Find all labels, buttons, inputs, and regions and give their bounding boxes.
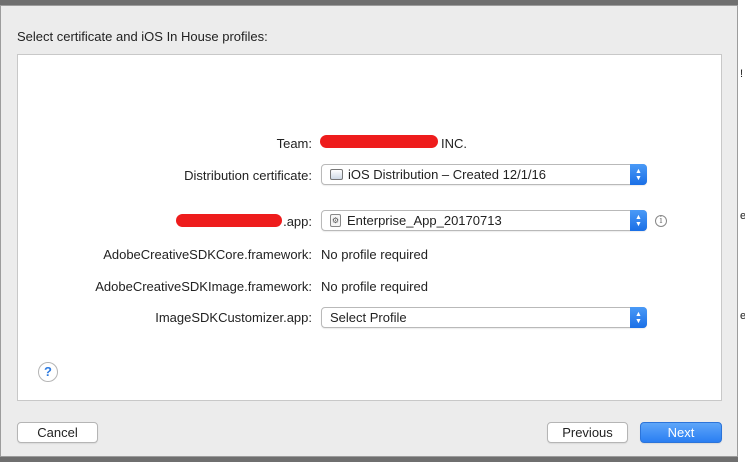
sdk-image-label: AdobeCreativeSDKImage.framework: bbox=[95, 279, 312, 294]
redaction-mark bbox=[176, 214, 282, 227]
cancel-button[interactable]: Cancel bbox=[17, 422, 98, 443]
previous-button[interactable]: Previous bbox=[547, 422, 628, 443]
certificate-icon bbox=[330, 169, 343, 180]
app-profile-selected: Enterprise_App_20170713 bbox=[347, 213, 502, 228]
signing-options-panel: Team: INC. Distribution certificate: iOS… bbox=[17, 54, 722, 401]
sdk-image-value: No profile required bbox=[321, 279, 428, 294]
certificate-popup[interactable]: iOS Distribution – Created 12/1/16 ▲ ▼ bbox=[321, 164, 647, 185]
app-label: .app: bbox=[283, 214, 312, 229]
background-window-edge: ! e e bbox=[738, 0, 745, 462]
dialog-heading: Select certificate and iOS In House prof… bbox=[17, 29, 268, 44]
provisioning-profile-icon: ⚙ bbox=[330, 214, 341, 227]
customizer-profile-selected: Select Profile bbox=[330, 310, 407, 325]
help-button[interactable]: ? bbox=[38, 362, 58, 382]
background-text-fragment: ! bbox=[740, 68, 744, 80]
customizer-label: ImageSDKCustomizer.app: bbox=[155, 310, 312, 325]
sdk-core-label: AdobeCreativeSDKCore.framework: bbox=[103, 247, 312, 262]
background-text-fragment: e bbox=[740, 210, 745, 222]
chevron-updown-icon: ▲ ▼ bbox=[630, 210, 647, 231]
team-name-suffix: INC. bbox=[441, 136, 467, 151]
certificate-label: Distribution certificate: bbox=[184, 168, 312, 183]
background-text-fragment: e bbox=[740, 310, 745, 322]
team-label: Team: bbox=[276, 136, 312, 151]
redaction-mark bbox=[320, 135, 438, 148]
info-icon[interactable]: i bbox=[655, 215, 667, 227]
export-dialog: Select certificate and iOS In House prof… bbox=[0, 5, 738, 457]
certificate-selected: iOS Distribution – Created 12/1/16 bbox=[348, 167, 546, 182]
sdk-core-value: No profile required bbox=[321, 247, 428, 262]
chevron-updown-icon: ▲ ▼ bbox=[630, 307, 647, 328]
next-button[interactable]: Next bbox=[640, 422, 722, 443]
customizer-profile-popup[interactable]: Select Profile ▲ ▼ bbox=[321, 307, 647, 328]
app-profile-popup[interactable]: ⚙ Enterprise_App_20170713 ▲ ▼ bbox=[321, 210, 647, 231]
chevron-updown-icon: ▲ ▼ bbox=[630, 164, 647, 185]
